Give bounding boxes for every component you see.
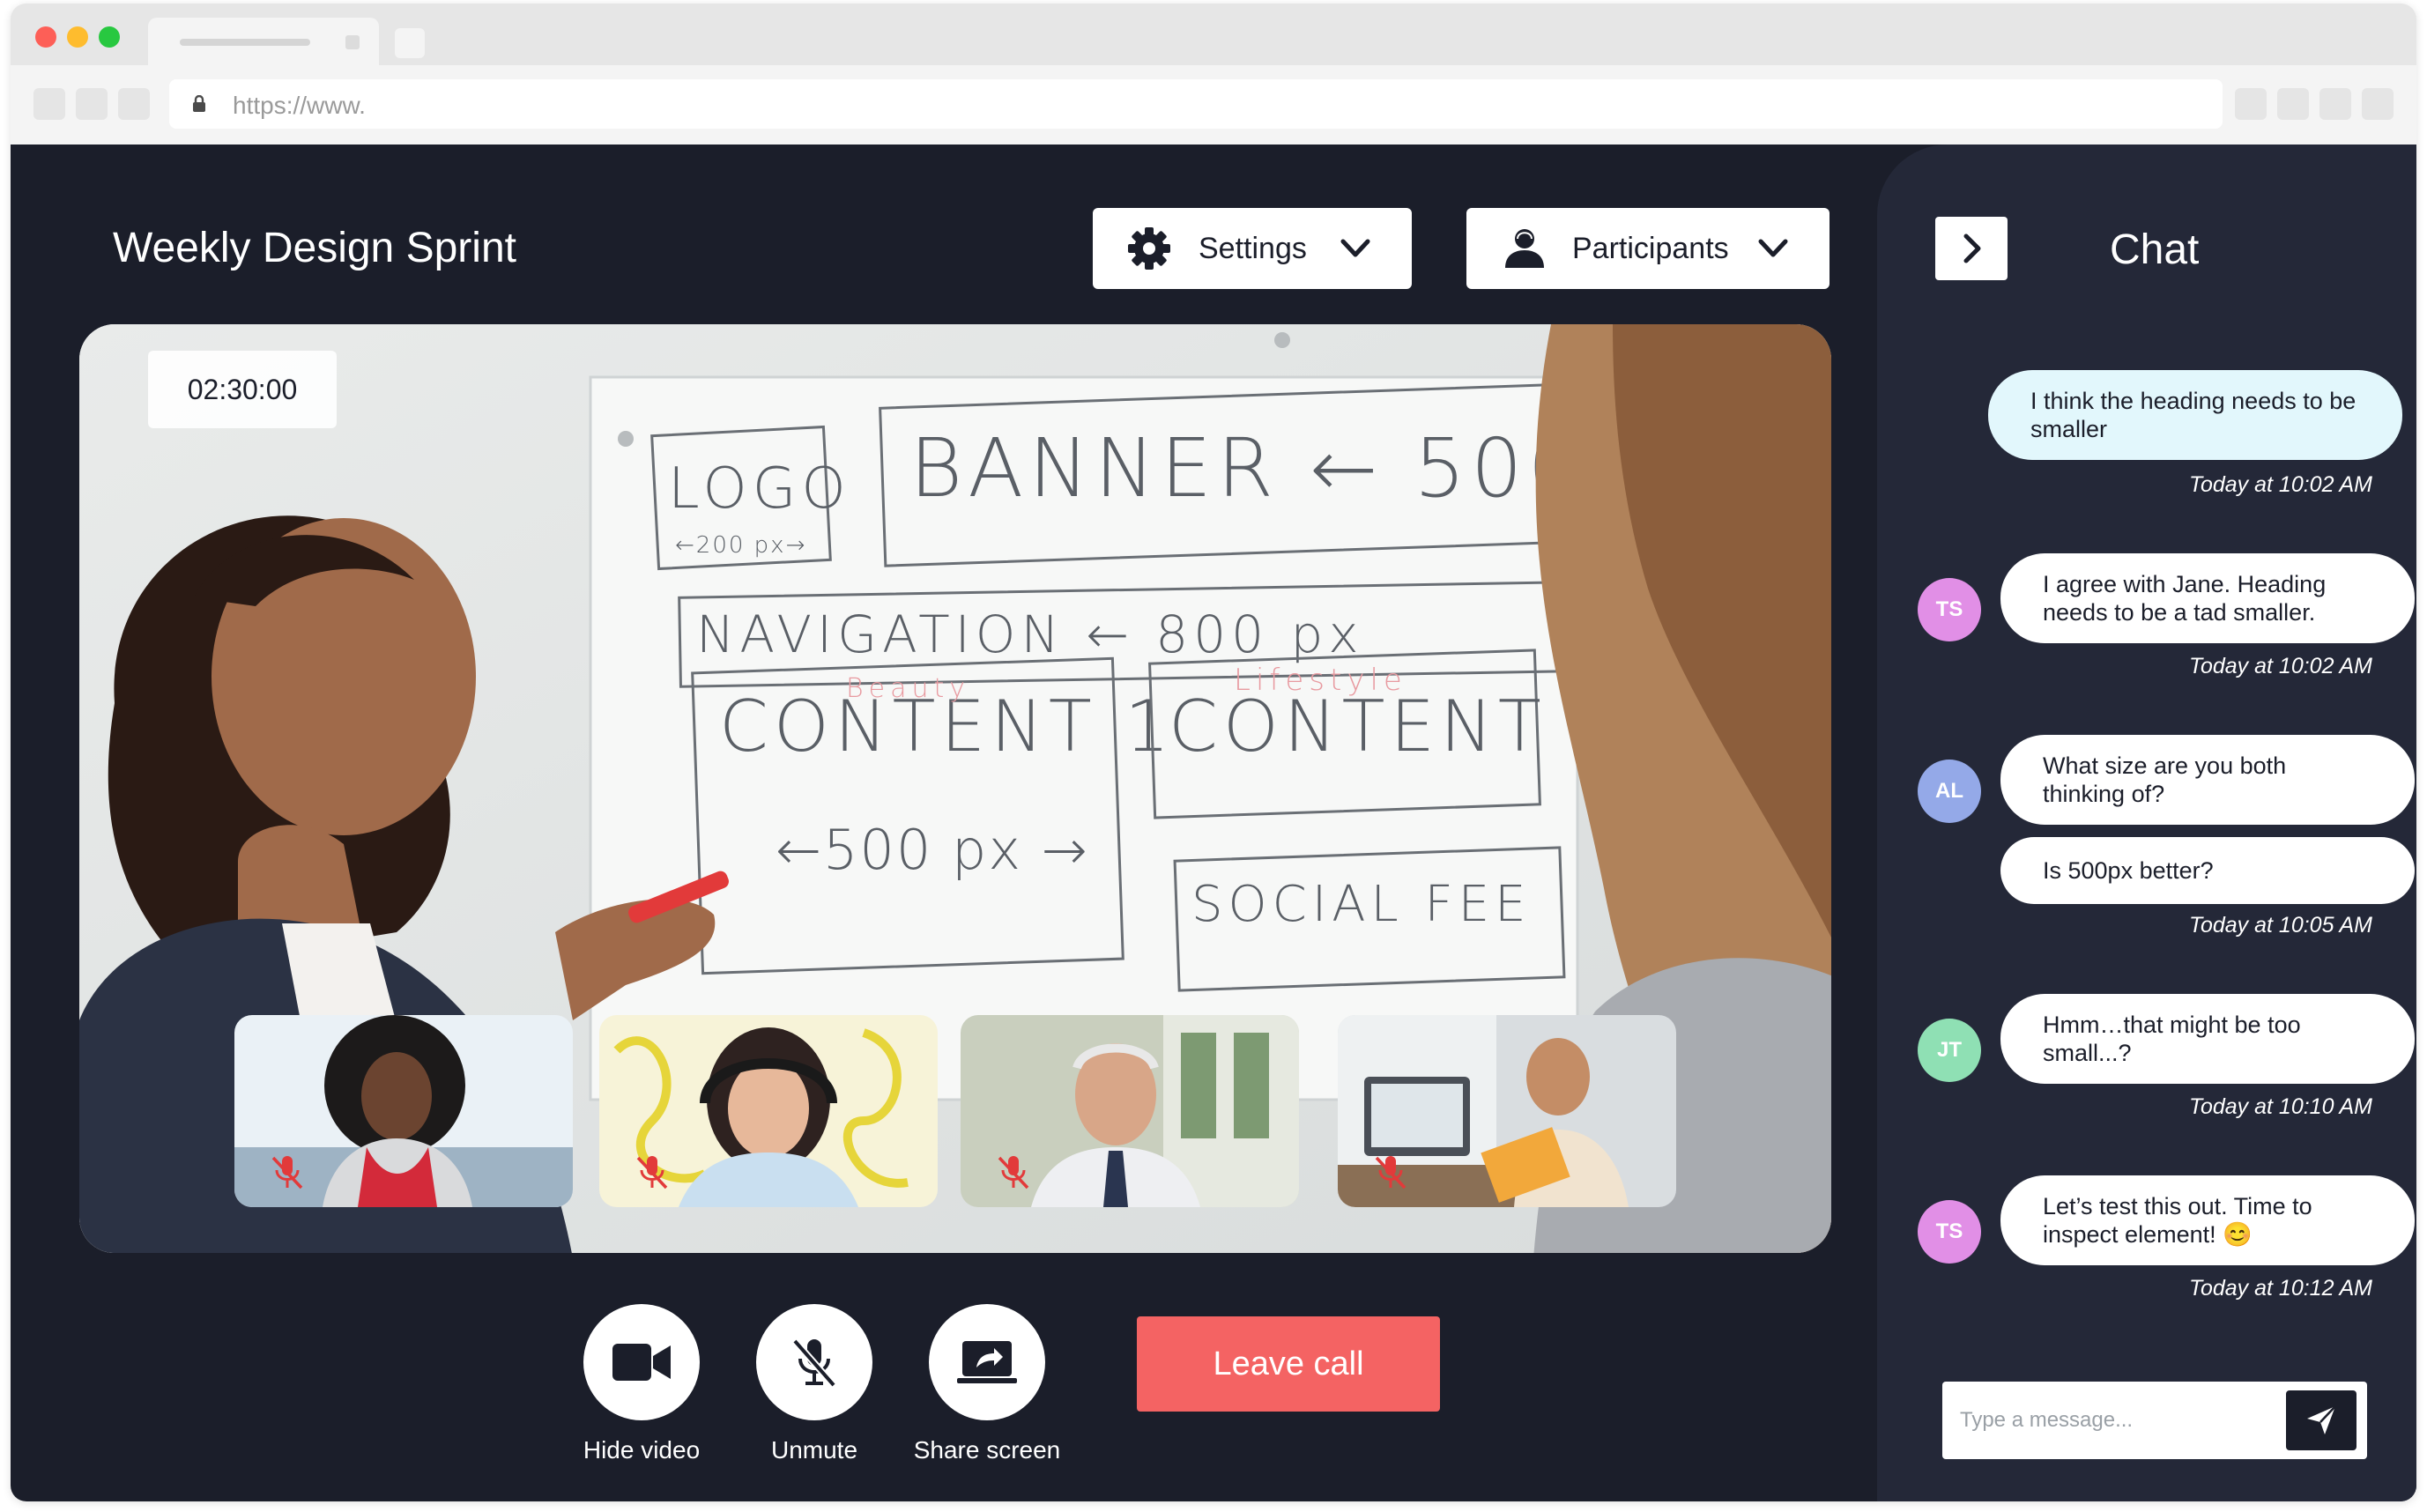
share-screen-icon — [957, 1341, 1017, 1383]
tab-title-placeholder — [180, 39, 310, 46]
chat-panel: Chat I think the heading needs to be sma… — [1877, 145, 2416, 1501]
chat-timestamp: Today at 10:12 AM — [2188, 1276, 2372, 1301]
whiteboard-navigation: NAVIGATION ← 800 px — [696, 604, 1364, 664]
forward-button[interactable] — [76, 88, 108, 120]
main-video-feed[interactable]: LOGO ←200 px→ BANNER ← 500 NAVIGATION ← … — [79, 324, 1831, 1253]
chat-message: Hmm…that might be too small...? — [2000, 994, 2415, 1084]
chat-timestamp: Today at 10:02 AM — [2188, 472, 2372, 497]
participant-thumbnail[interactable] — [1338, 1015, 1676, 1207]
mic-off-icon — [998, 1156, 1029, 1190]
mic-off-icon — [791, 1338, 837, 1388]
share-screen-control[interactable]: Share screen — [899, 1304, 1075, 1464]
lock-icon — [193, 95, 205, 112]
collapse-chat-button[interactable] — [1935, 217, 2008, 280]
share-screen-label: Share screen — [913, 1436, 1061, 1464]
close-window-button[interactable] — [35, 26, 56, 48]
url-text: https://www. — [233, 92, 366, 119]
mic-off-icon — [1375, 1156, 1406, 1190]
avatar: AL — [1918, 760, 1981, 823]
chevron-right-icon — [1963, 233, 1981, 263]
browser-titlebar — [11, 4, 2416, 65]
chat-message: I agree with Jane. Heading needs to be a… — [2000, 553, 2415, 643]
chat-title: Chat — [2110, 226, 2200, 273]
video-call-app: Weekly Design Sprint Settings Participan… — [11, 145, 2416, 1501]
chat-message: Let’s test this out. Time to inspect ele… — [2000, 1175, 2415, 1265]
participants-dropdown[interactable]: Participants — [1466, 208, 1830, 289]
participant-thumbnail[interactable] — [599, 1015, 938, 1207]
reload-button[interactable] — [118, 88, 150, 120]
whiteboard-note: Beauty — [846, 673, 971, 704]
unmute-control[interactable]: Unmute — [726, 1304, 902, 1464]
whiteboard-note: Lifestyle — [1234, 663, 1407, 698]
browser-toolbar: https://www. — [11, 65, 2416, 145]
mic-off-icon — [636, 1156, 668, 1190]
chevron-down-icon — [1758, 239, 1788, 257]
address-bar[interactable]: https://www. — [169, 79, 2223, 129]
chat-message: Is 500px better? — [2000, 837, 2415, 904]
hide-video-control[interactable]: Hide video — [553, 1304, 730, 1464]
participant-thumbnails — [234, 1015, 1680, 1209]
chat-timestamp: Today at 10:05 AM — [2188, 913, 2372, 938]
browser-window: https://www. Weekly Design Sprint Settin… — [11, 4, 2416, 1501]
message-composer — [1942, 1382, 2367, 1459]
hide-video-label: Hide video — [583, 1436, 701, 1464]
whiteboard-content1-width: ←500 px → — [776, 818, 1089, 882]
unmute-label: Unmute — [770, 1436, 858, 1464]
avatar: TS — [1918, 578, 1981, 641]
call-timer: 02:30:00 — [148, 351, 337, 428]
person-icon — [1505, 229, 1544, 268]
send-icon — [2307, 1405, 2336, 1434]
extension-button[interactable] — [2277, 88, 2309, 120]
participant-thumbnail[interactable] — [961, 1015, 1299, 1207]
chat-message: I think the heading needs to be smaller — [1988, 370, 2402, 460]
leave-call-button[interactable]: Leave call — [1137, 1316, 1440, 1412]
participants-label: Participants — [1572, 231, 1729, 265]
send-button[interactable] — [2286, 1390, 2356, 1450]
gear-icon — [1128, 227, 1170, 270]
page-title: Weekly Design Sprint — [113, 225, 516, 271]
mic-off-icon — [271, 1156, 303, 1190]
chat-message: What size are you both thinking of? — [2000, 735, 2415, 825]
avatar: JT — [1918, 1019, 1981, 1082]
tab-close-button[interactable] — [345, 35, 360, 49]
menu-button[interactable] — [2362, 88, 2394, 120]
hide-video-button[interactable] — [583, 1304, 700, 1420]
extension-button[interactable] — [2319, 88, 2351, 120]
maximize-window-button[interactable] — [99, 26, 120, 48]
chat-timestamp: Today at 10:02 AM — [2188, 654, 2372, 678]
new-tab-button[interactable] — [395, 28, 425, 58]
extension-button[interactable] — [2235, 88, 2267, 120]
participant-thumbnail[interactable] — [234, 1015, 573, 1207]
settings-dropdown[interactable]: Settings — [1093, 208, 1412, 289]
chat-timestamp: Today at 10:10 AM — [2188, 1094, 2372, 1119]
browser-tab[interactable] — [148, 18, 379, 65]
unmute-button[interactable] — [756, 1304, 872, 1420]
avatar: TS — [1918, 1200, 1981, 1264]
settings-label: Settings — [1199, 231, 1307, 265]
share-screen-button[interactable] — [929, 1304, 1045, 1420]
message-input[interactable] — [1960, 1399, 2260, 1442]
minimize-window-button[interactable] — [67, 26, 88, 48]
back-button[interactable] — [33, 88, 65, 120]
chevron-down-icon — [1340, 239, 1370, 257]
video-camera-icon — [612, 1344, 671, 1381]
